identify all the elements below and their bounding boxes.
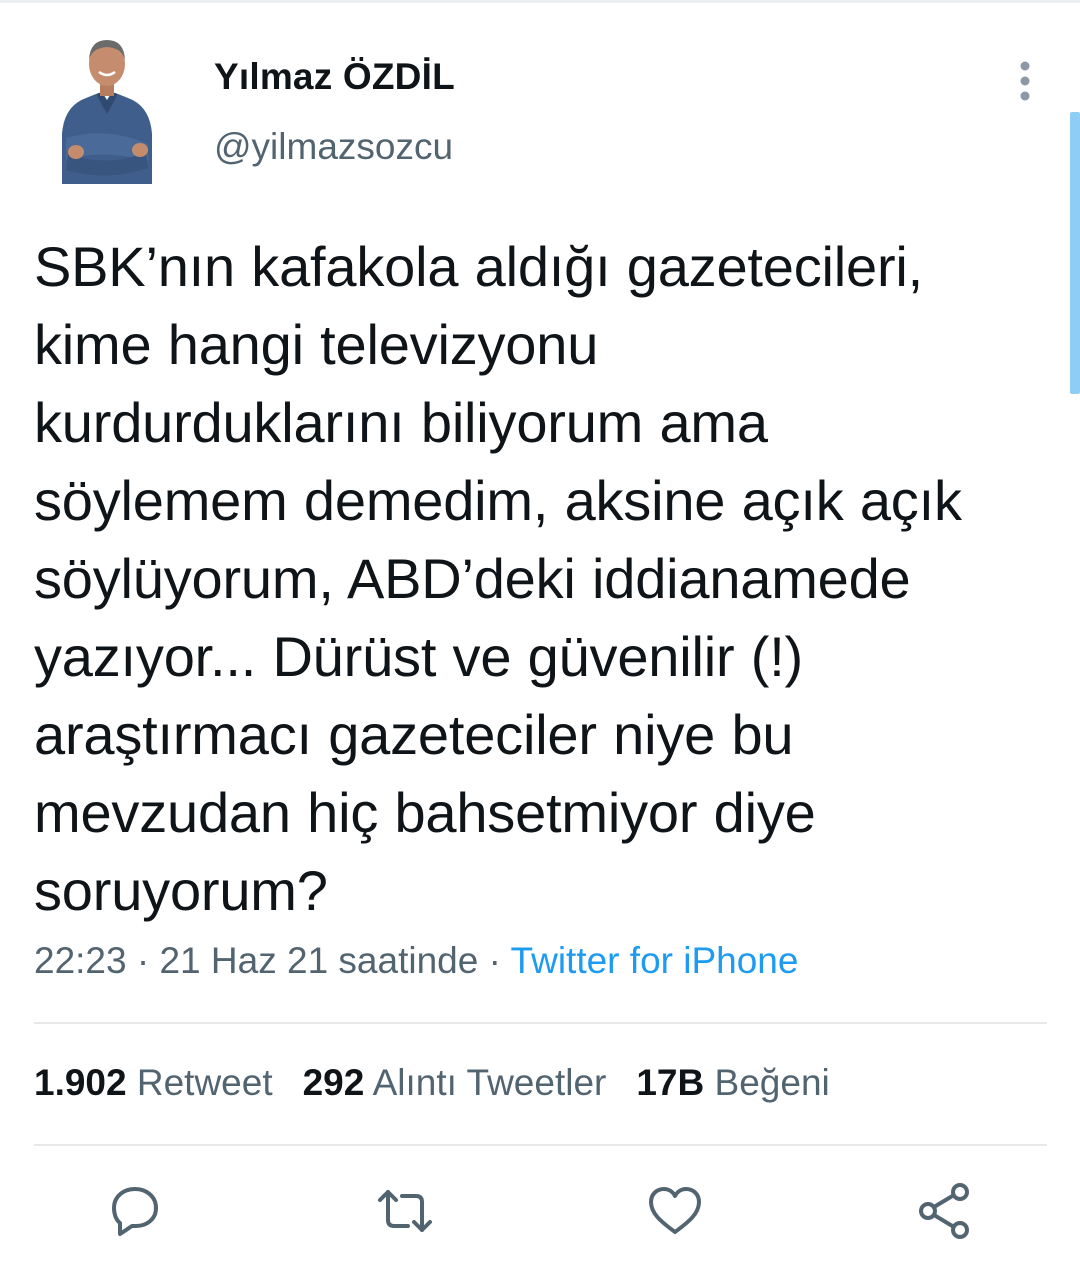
author-display-name[interactable]: Yılmaz ÖZDİL	[214, 56, 455, 98]
engagement-stats: 1.902 Retweet 292 Alıntı Tweetler 17B Beğe…	[34, 1062, 860, 1104]
tweet-text-line: kime hangi televizyonu	[34, 313, 599, 376]
likes-stat[interactable]: 17B Beğeni	[636, 1062, 829, 1104]
tweet-text-line: söylemem demedim, aksine açık açık	[34, 469, 962, 532]
author-handle[interactable]: @yilmazsozcu	[214, 126, 453, 168]
retweets-stat[interactable]: 1.902 Retweet	[34, 1062, 273, 1104]
retweet-icon[interactable]	[374, 1180, 436, 1242]
top-divider	[0, 0, 1080, 3]
reply-icon[interactable]	[104, 1180, 166, 1242]
tweet-action-bar	[0, 1180, 1080, 1250]
more-options-icon[interactable]	[1008, 58, 1042, 104]
share-icon[interactable]	[914, 1180, 976, 1242]
tweet-text-line: kurdurduklarını biliyorum ama	[34, 391, 768, 454]
tweet-time[interactable]: 22:23	[34, 940, 127, 981]
tweet-text-line: söylüyorum, ABD’deki iddianamede	[34, 547, 911, 610]
meta-separator: ·	[126, 940, 160, 981]
scrollbar-thumb[interactable]	[1070, 112, 1080, 394]
tweet-detail-screen: Yılmaz ÖZDİL @yilmazsozcu SBK’nın kafako…	[0, 0, 1080, 1264]
retweets-count: 1.902	[34, 1062, 127, 1103]
quotes-stat[interactable]: 292 Alıntı Tweetler	[303, 1062, 607, 1104]
tweet-date[interactable]: 21 Haz 21 saatinde	[159, 940, 478, 981]
meta-separator: ·	[478, 940, 511, 981]
tweet-text-line: soruyorum?	[34, 859, 328, 922]
tweet-text-line: yazıyor... Dürüst ve güvenilir (!)	[34, 625, 804, 688]
tweet-text-line: mevzudan hiç bahsetmiyor diye	[34, 781, 816, 844]
tweet-text-line: araştırmacı gazeteciler niye bu	[34, 703, 794, 766]
likes-count: 17B	[636, 1062, 705, 1103]
avatar[interactable]	[56, 34, 158, 186]
tweet-text: SBK’nın kafakola aldığı gazetecileri, ki…	[34, 228, 1059, 930]
tweet-timestamp-row: 22:23 · 21 Haz 21 saatinde · Twitter for…	[34, 940, 798, 982]
heart-icon[interactable]	[644, 1180, 706, 1242]
quotes-label: Alıntı Tweetler	[372, 1062, 607, 1103]
likes-label: Beğeni	[714, 1062, 830, 1103]
retweets-label: Retweet	[136, 1062, 273, 1103]
tweet-source-link[interactable]: Twitter for iPhone	[511, 940, 799, 981]
tweet-text-line: SBK’nın kafakola aldığı gazetecileri,	[34, 235, 924, 298]
divider	[34, 1022, 1047, 1024]
divider	[34, 1144, 1047, 1146]
quotes-count: 292	[302, 1062, 365, 1103]
